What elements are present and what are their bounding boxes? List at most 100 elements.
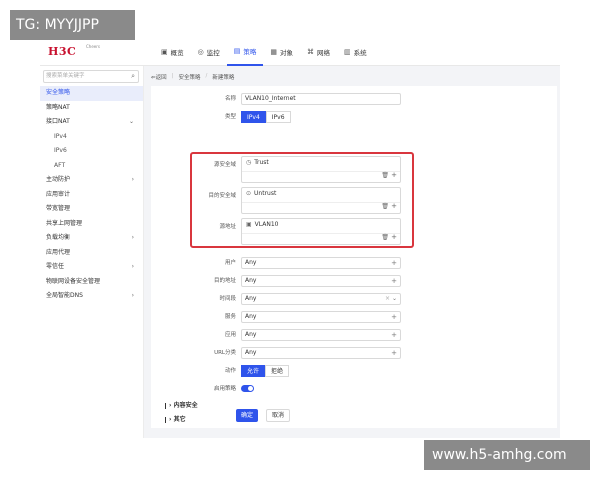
breadcrumb: ⇐返回 | 安全策略 / 新建策略 — [151, 73, 234, 81]
nav-overview[interactable]: ▣ 概览 — [154, 38, 191, 66]
address-icon: ▣ — [246, 221, 252, 228]
chevron-right-icon: › — [169, 416, 172, 423]
breadcrumb-security-policy[interactable]: 安全策略 — [178, 73, 200, 81]
row-url: URL分类 Any + — [151, 346, 557, 360]
main-content: ⇐返回 | 安全策略 / 新建策略 名称 VLAN10_Internet 类型 … — [148, 66, 560, 438]
sidebar-item-label: 应用审计 — [46, 190, 71, 198]
sidebar-item-label: 物联网设备安全管理 — [46, 277, 101, 285]
clock-icon: ◷ — [246, 159, 252, 166]
dst-zone-label: 目的安全域 — [208, 193, 236, 199]
dst-zone-tag: ⊙ Untrust — [246, 190, 276, 197]
src-zone-field[interactable]: ◷ Trust 🗑 + — [241, 156, 401, 183]
main-nav: ▣ 概览 ◎ 监控 ▤ 策略 ▦ 对象 ⌘ 网络 ▥ 系统 — [154, 38, 374, 66]
network-icon: ⌘ — [306, 48, 314, 56]
sidebar-item-active-defense[interactable]: 主动防护 › — [40, 173, 143, 188]
nav-objects[interactable]: ▦ 对象 — [263, 38, 300, 66]
section-label: 内容安全 — [173, 402, 198, 409]
url-input[interactable]: Any + — [241, 347, 401, 359]
type-ipv6-option[interactable]: IPv6 — [265, 111, 291, 123]
app-label: 应用 — [224, 332, 236, 338]
sidebar-item-iot-security[interactable]: 物联网设备安全管理 — [40, 275, 143, 290]
section-bar — [165, 416, 166, 423]
name-label: 名称 — [224, 96, 236, 102]
name-value: VLAN10_Internet — [245, 95, 296, 102]
action-selector: 允许 拒绝 — [241, 365, 290, 377]
plus-icon[interactable]: + — [391, 330, 397, 340]
sidebar-item-bandwidth[interactable]: 带宽管理 — [40, 202, 143, 217]
dst-addr-input[interactable]: Any + — [241, 275, 401, 287]
sidebar-item-aft[interactable]: AFT — [40, 159, 143, 174]
enable-label: 启用策略 — [213, 386, 236, 392]
url-value: Any — [245, 349, 257, 356]
sidebar-item-policy-nat[interactable]: 策略NAT — [40, 101, 143, 116]
nav-label: 网络 — [316, 49, 330, 57]
plus-icon[interactable]: + — [391, 202, 397, 210]
sidebar-item-app-proxy[interactable]: 应用代理 — [40, 246, 143, 261]
chevron-down-icon[interactable]: ⌄ — [392, 294, 397, 304]
chevron-down-icon: ⌄ — [128, 118, 134, 125]
sidebar-item-smart-dns[interactable]: 全局智能DNS › — [40, 289, 143, 304]
enable-toggle[interactable] — [241, 385, 254, 392]
nav-system[interactable]: ▥ 系统 — [337, 38, 374, 66]
sidebar-item-interface-nat[interactable]: 接口NAT ⌄ — [40, 115, 143, 130]
target-icon: ◎ — [197, 48, 204, 56]
divider — [242, 202, 400, 203]
chevron-right-icon: › — [131, 234, 134, 241]
watermark-top-left: TG: MYYJJPP — [10, 10, 135, 40]
zone-icon: ⊙ — [246, 190, 252, 197]
nav-label: 策略 — [243, 48, 257, 56]
plus-icon[interactable]: + — [391, 171, 397, 179]
service-input[interactable]: Any + — [241, 311, 401, 323]
plus-icon[interactable]: + — [391, 258, 397, 268]
user-input[interactable]: Any + — [241, 257, 401, 269]
action-allow-option[interactable]: 允许 — [241, 365, 266, 377]
trash-icon[interactable]: 🗑 — [381, 203, 389, 210]
nav-label: 监控 — [206, 49, 220, 57]
nav-network[interactable]: ⌘ 网络 — [300, 38, 337, 66]
name-input[interactable]: VLAN10_Internet — [241, 93, 401, 105]
plus-icon[interactable]: + — [391, 276, 397, 286]
trash-icon[interactable]: 🗑 — [381, 234, 389, 241]
watermark-bottom-right: www.h5-amhg.com — [424, 440, 590, 470]
menu-search-input[interactable]: 搜索菜单关键字 ⌕ — [43, 70, 139, 83]
chevron-right-icon: › — [131, 263, 134, 270]
sidebar-item-label: 主动防护 — [46, 176, 71, 183]
row-time: 时间段 Any × ⌄ — [151, 292, 557, 306]
plus-icon[interactable]: + — [391, 348, 397, 358]
back-link[interactable]: ⇐返回 — [151, 73, 167, 81]
nav-label: 概览 — [170, 49, 184, 57]
src-addr-label: 源地址 — [219, 224, 236, 230]
src-addr-field[interactable]: ▣ VLAN10 🗑 + — [241, 218, 401, 245]
type-ipv4-option[interactable]: IPv4 — [241, 111, 266, 123]
plus-icon[interactable]: + — [391, 312, 397, 322]
dst-zone-field[interactable]: ⊙ Untrust 🗑 + — [241, 187, 401, 214]
sidebar-item-ipv6[interactable]: IPv6 — [40, 144, 143, 159]
nav-monitor[interactable]: ◎ 监控 — [191, 38, 227, 66]
sidebar-item-load-balance[interactable]: 负载均衡 › — [40, 231, 143, 246]
action-deny-option[interactable]: 拒绝 — [265, 365, 290, 377]
ok-button[interactable]: 确定 — [236, 409, 258, 422]
sidebar-item-shared-internet[interactable]: 共享上网管理 — [40, 217, 143, 232]
clear-icon[interactable]: × — [385, 294, 390, 304]
time-select[interactable]: Any × ⌄ — [241, 293, 401, 305]
sidebar-item-ipv4[interactable]: IPv4 — [40, 130, 143, 145]
app-input[interactable]: Any + — [241, 329, 401, 341]
section-other[interactable]: › 其它 — [165, 414, 186, 423]
sidebar-item-zero-trust[interactable]: 零信任 › — [40, 260, 143, 275]
plus-icon[interactable]: + — [391, 233, 397, 241]
row-name: 名称 VLAN10_Internet — [151, 92, 557, 106]
dst-addr-value: Any — [245, 277, 257, 284]
row-service: 服务 Any + — [151, 310, 557, 324]
search-icon[interactable]: ⌕ — [131, 71, 135, 82]
chevron-right-icon: › — [169, 402, 172, 409]
nav-policy[interactable]: ▤ 策略 — [226, 38, 264, 66]
cancel-button[interactable]: 取消 — [266, 409, 290, 422]
nav-label: 系统 — [353, 49, 367, 57]
user-label: 用户 — [224, 260, 236, 266]
trash-icon[interactable]: 🗑 — [381, 172, 389, 179]
section-bar — [165, 402, 166, 409]
sidebar-item-app-audit[interactable]: 应用审计 — [40, 188, 143, 203]
search-placeholder: 搜索菜单关键字 — [46, 73, 85, 79]
sidebar-item-security-policy[interactable]: 安全策略 — [40, 86, 143, 101]
section-content-security[interactable]: › 内容安全 — [165, 400, 198, 409]
